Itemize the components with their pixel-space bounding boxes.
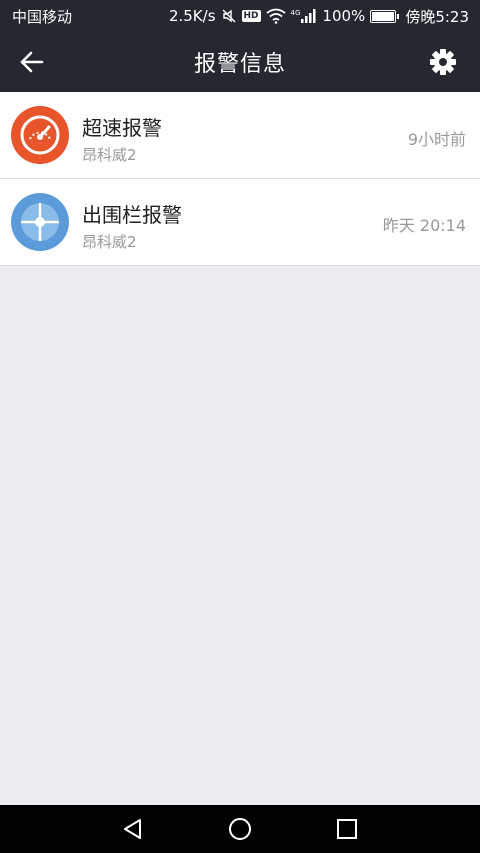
- carrier-label: 中国移动: [12, 7, 73, 26]
- geofence-icon: [11, 193, 69, 251]
- nav-back-button[interactable]: [113, 809, 153, 849]
- battery-icon: [370, 9, 400, 23]
- gear-icon: [430, 49, 456, 75]
- home-circle-icon: [228, 818, 251, 840]
- battery-percent: 100%: [322, 7, 366, 25]
- alert-title: 出围栏报警: [82, 203, 182, 227]
- nav-home-button[interactable]: [220, 809, 260, 849]
- status-indicators: 2.5K/s HD 4G 100% 傍晚5:23: [169, 6, 469, 27]
- arrow-left-icon: [20, 51, 44, 73]
- settings-button[interactable]: [428, 47, 458, 77]
- alert-title: 超速报警: [82, 116, 162, 140]
- back-triangle-icon: [124, 819, 142, 839]
- status-bar: 中国移动 2.5K/s HD 4G 100% 傍晚5:23: [0, 0, 480, 32]
- alert-item-geofence[interactable]: 出围栏报警 昂科威2 昨天 20:14: [0, 179, 480, 266]
- alert-vehicle: 昂科威2: [82, 146, 137, 164]
- speedometer-icon: [11, 106, 69, 164]
- system-nav-bar: [0, 805, 480, 853]
- hd-icon: HD: [241, 10, 261, 22]
- alert-vehicle: 昂科威2: [82, 233, 137, 251]
- alert-time: 昨天 20:14: [382, 216, 466, 235]
- net-speed: 2.5K/s: [168, 7, 216, 25]
- recents-square-icon: [336, 819, 357, 839]
- mute-icon: [221, 8, 237, 24]
- wifi-icon: [265, 8, 286, 24]
- page-title: 报警信息: [193, 52, 286, 77]
- alert-time: 9小时前: [407, 130, 466, 149]
- network-type-label: 4G: [290, 9, 301, 17]
- app-bar: 报警信息: [0, 32, 480, 92]
- clock: 傍晚5:23: [405, 7, 469, 26]
- alert-item-speeding[interactable]: 超速报警 昂科威2 9小时前: [0, 92, 480, 179]
- back-button[interactable]: [18, 48, 46, 76]
- alert-list: 超速报警 昂科威2 9小时前 出围栏报警 昂科威2 昨天 20:14: [0, 92, 480, 266]
- nav-recents-button[interactable]: [327, 809, 367, 849]
- signal-4g-icon: 4G: [291, 9, 318, 23]
